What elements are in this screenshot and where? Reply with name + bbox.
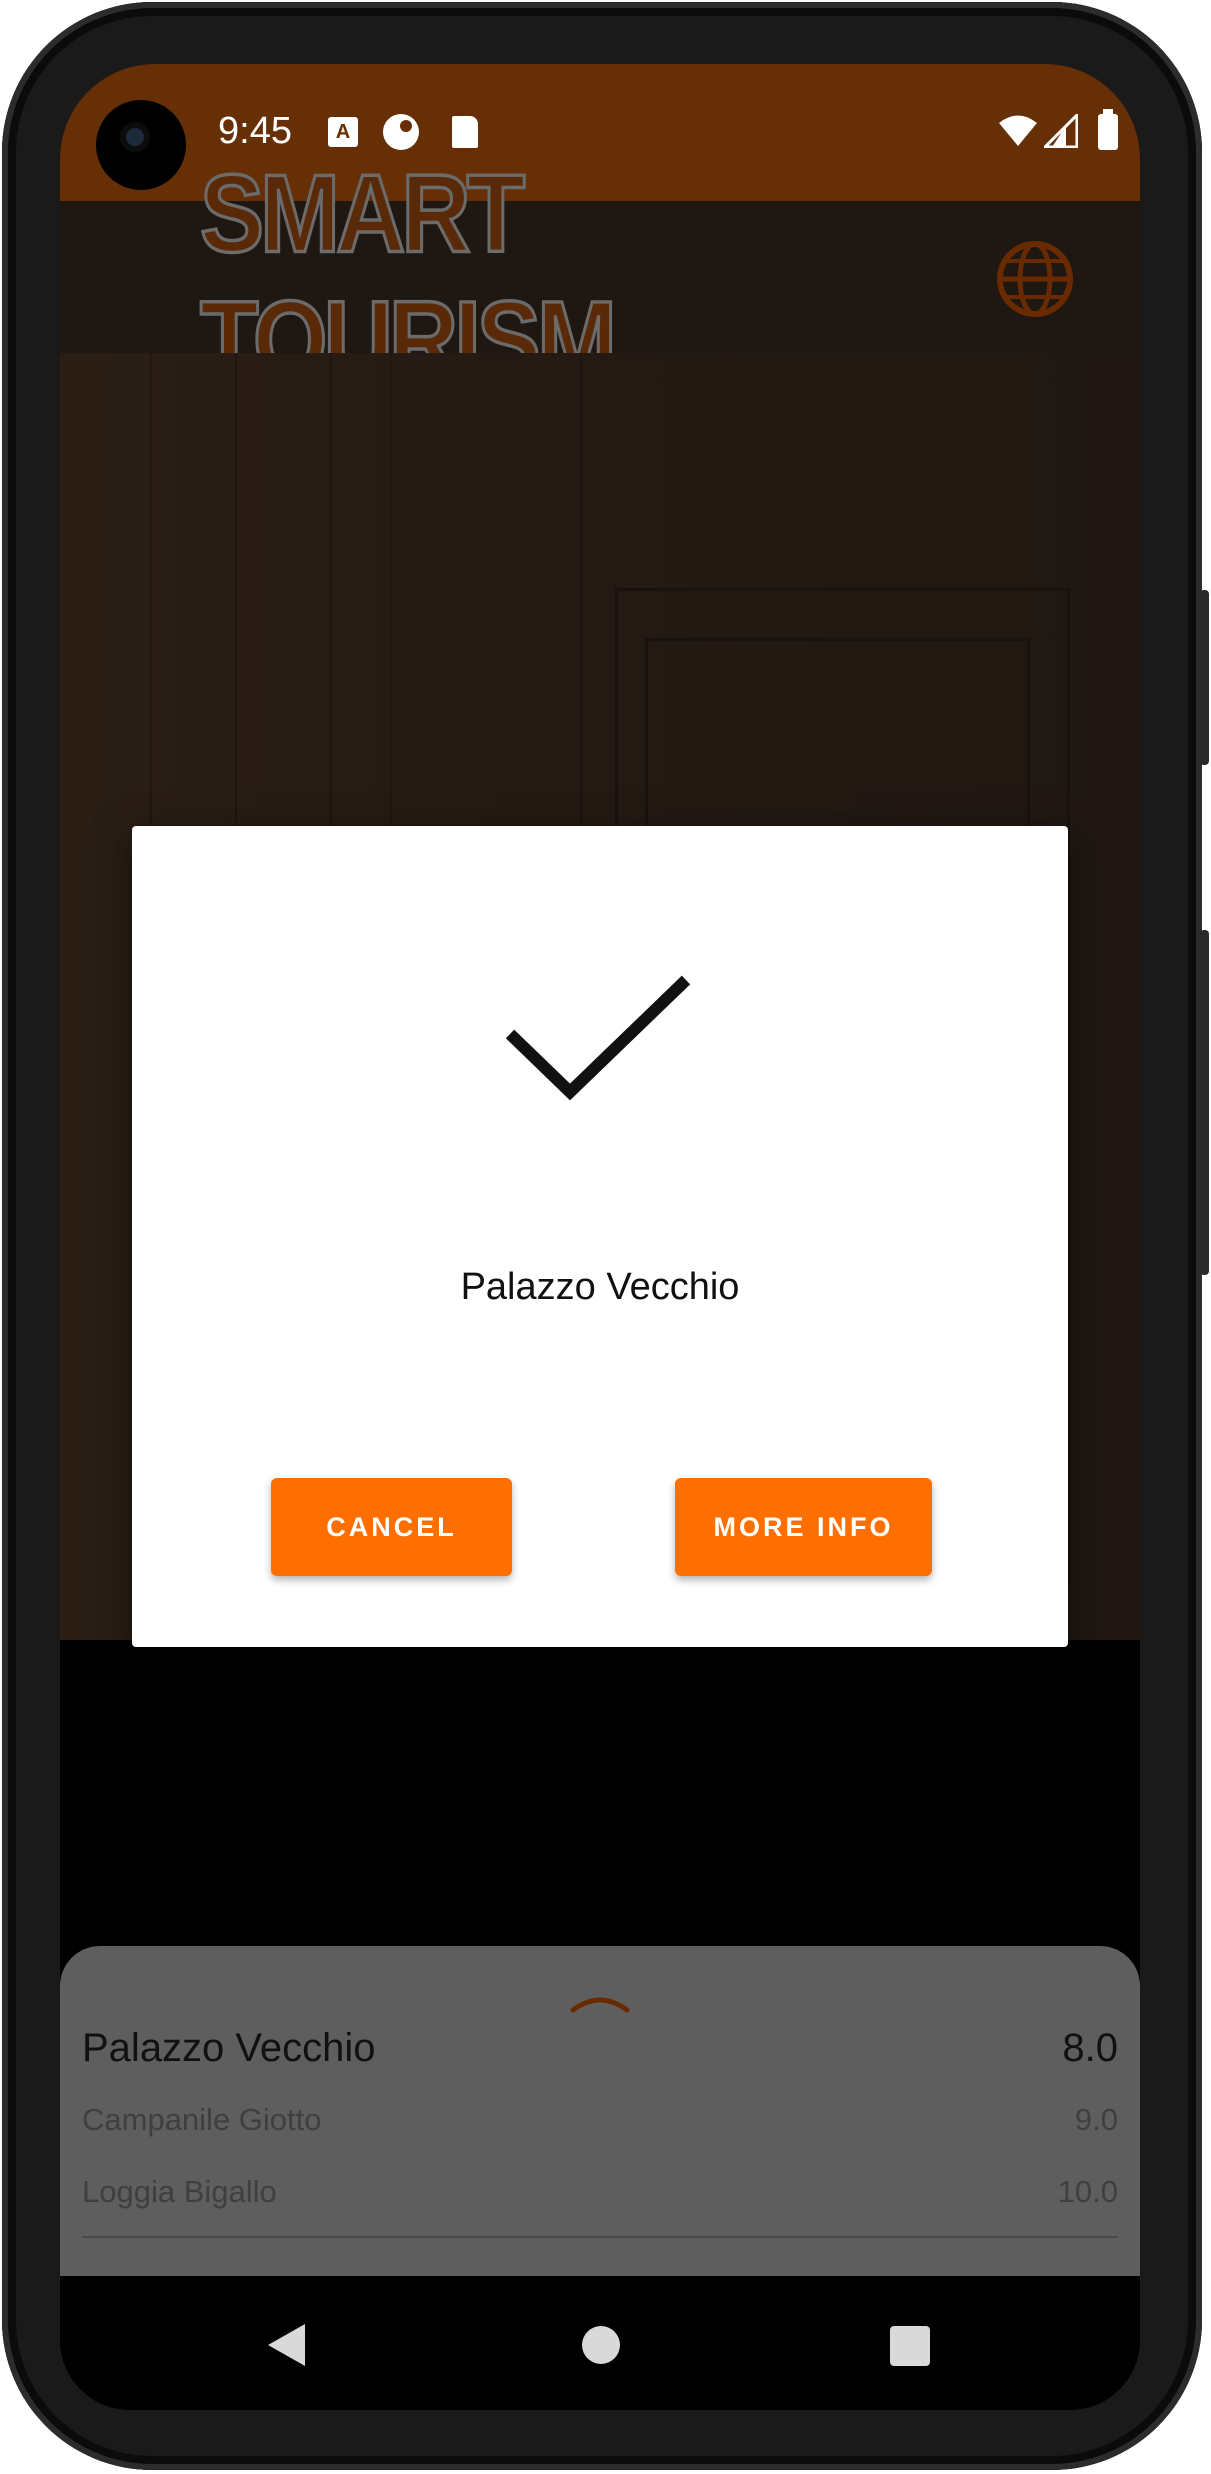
recognition-dialog: Palazzo Vecchio CANCEL MORE INFO bbox=[132, 826, 1068, 1647]
home-icon[interactable] bbox=[582, 2326, 620, 2364]
poi-score: 9.0 bbox=[1074, 2102, 1118, 2137]
globe-icon[interactable] bbox=[995, 239, 1075, 319]
poi-name: Palazzo Vecchio bbox=[82, 2025, 376, 2070]
record-icon bbox=[383, 114, 419, 150]
screen: 9:45 A SMART TOURISM Palazzo Vecchio 8.0… bbox=[60, 64, 1140, 2410]
sd-card-icon bbox=[452, 116, 478, 148]
power-button bbox=[1200, 930, 1209, 1275]
volume-button bbox=[1200, 590, 1209, 765]
list-item[interactable]: Campanile Giotto 9.0 bbox=[82, 2096, 1118, 2144]
navigation-bar bbox=[60, 2276, 1140, 2410]
app-a-icon: A bbox=[328, 117, 358, 147]
app-bar: SMART TOURISM bbox=[60, 151, 1140, 404]
poi-score: 10.0 bbox=[1057, 2174, 1118, 2209]
more-info-button[interactable]: MORE INFO bbox=[675, 1478, 932, 1576]
front-camera bbox=[96, 100, 186, 190]
cancel-button[interactable]: CANCEL bbox=[271, 1478, 512, 1576]
poi-name: Loggia Bigallo bbox=[82, 2174, 277, 2209]
divider bbox=[82, 2236, 1118, 2238]
list-item[interactable]: Palazzo Vecchio 8.0 bbox=[82, 2018, 1118, 2078]
recents-icon[interactable] bbox=[890, 2326, 930, 2366]
battery-icon bbox=[1098, 109, 1118, 150]
bottom-sheet[interactable]: Palazzo Vecchio 8.0 Campanile Giotto 9.0… bbox=[60, 1946, 1140, 2276]
check-icon bbox=[505, 975, 691, 1101]
list-item[interactable]: Loggia Bigallo 10.0 bbox=[82, 2168, 1118, 2216]
wifi-icon bbox=[999, 115, 1037, 146]
poi-name: Campanile Giotto bbox=[82, 2102, 322, 2137]
dialog-title: Palazzo Vecchio bbox=[460, 1266, 740, 1308]
poi-score: 8.0 bbox=[1062, 2025, 1118, 2070]
signal-icon bbox=[1044, 114, 1078, 148]
chevron-up-icon[interactable] bbox=[565, 1986, 635, 2016]
app-logo: SMART TOURISM bbox=[199, 151, 619, 404]
status-time: 9:45 bbox=[218, 110, 292, 152]
back-icon[interactable] bbox=[265, 2322, 309, 2368]
